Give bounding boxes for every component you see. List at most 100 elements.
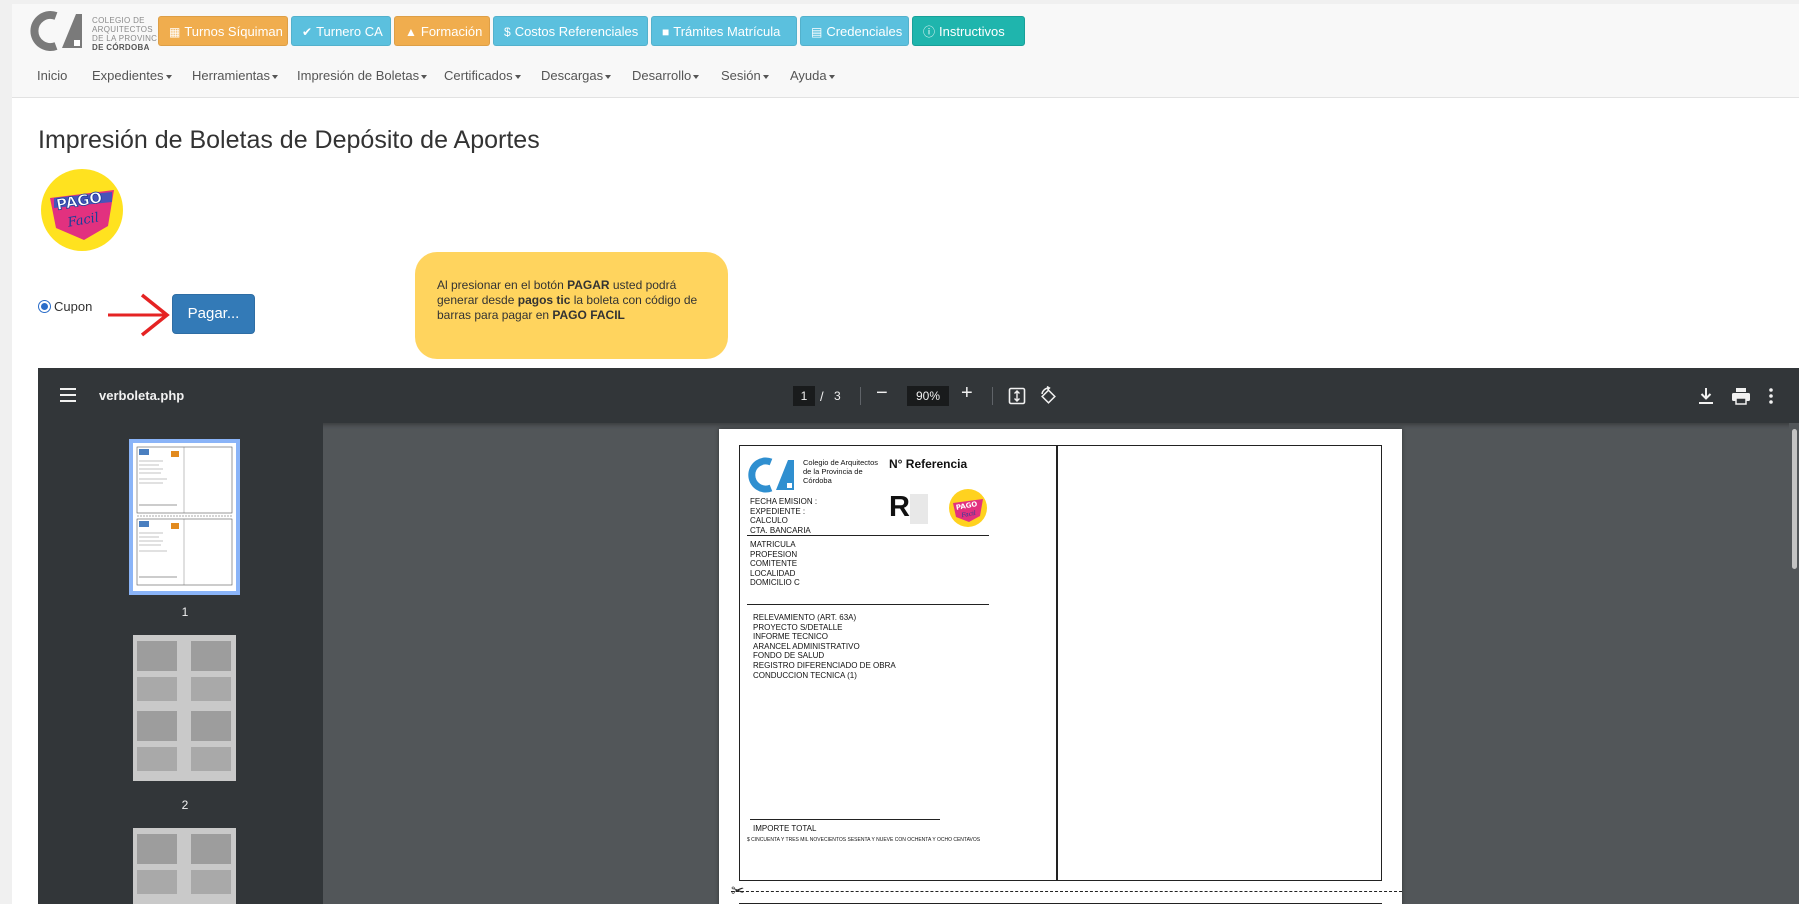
red-arrow-icon — [108, 293, 170, 337]
logo-line-2: ARQUITECTOS — [92, 25, 153, 34]
thumbnail-preview — [137, 641, 231, 771]
nav-expedientes[interactable]: Expedientes — [92, 68, 172, 83]
tramites-matricula-button[interactable]: ■ Trámites Matrícula — [651, 16, 797, 46]
nav-label: Descargas — [541, 68, 604, 83]
section-rule — [747, 535, 989, 536]
toolbar-divider — [992, 387, 993, 405]
toolbar-divider — [860, 387, 861, 405]
costos-referenciales-button[interactable]: $ Costos Referenciales — [493, 16, 648, 46]
graduation-cap-icon: ▲ — [405, 25, 417, 39]
ca-logo-mark — [748, 457, 794, 493]
instructivos-button[interactable]: ⓘ Instructivos — [912, 16, 1025, 46]
zoom-input[interactable]: 90% — [907, 386, 949, 406]
org-name-line: Colegio de Arquitectos — [803, 458, 879, 467]
download-icon[interactable] — [1698, 387, 1714, 405]
viewer-scrollbar[interactable] — [1789, 423, 1799, 904]
dollar-icon: $ — [504, 25, 511, 39]
scrollbar-thumb[interactable] — [1792, 429, 1797, 569]
logo-text: COLEGIO DE ARQUITECTOS DE LA PROVINCIA D… — [92, 16, 165, 52]
nav-label: Ayuda — [790, 68, 827, 83]
nav-descargas[interactable]: Descargas — [541, 68, 612, 83]
rotate-icon[interactable] — [1038, 386, 1058, 406]
credenciales-label: Credenciales — [826, 24, 903, 39]
nav-desarrollo[interactable]: Desarrollo — [632, 68, 700, 83]
nav-certificados[interactable]: Certificados — [444, 68, 521, 83]
credenciales-button[interactable]: ▤ Credenciales — [800, 16, 909, 46]
item-line: FONDO DE SALUD — [753, 651, 825, 661]
caret-down-icon — [693, 74, 700, 79]
caret-down-icon — [514, 74, 521, 79]
field-label: EXPEDIENTE : — [750, 506, 806, 516]
menu-icon[interactable] — [60, 388, 76, 402]
ref-title: N° Referencia — [889, 457, 968, 471]
page-title: Impresión de Boletas de Depósito de Apor… — [38, 126, 540, 154]
total-rule — [750, 819, 940, 820]
note-bold-2: pagos tic — [517, 293, 571, 307]
print-icon[interactable] — [1731, 387, 1751, 405]
formacion-button[interactable]: ▲ Formación — [394, 16, 490, 46]
pagar-info-note: Al presionar en el botón PAGAR usted pod… — [415, 252, 728, 359]
pdf-viewer: verboleta.php 1 / 3 − 90% + 1 2 Colegio … — [38, 368, 1799, 904]
thumbnail-sidebar: 1 2 — [38, 423, 323, 904]
user-icon: ■ — [662, 25, 670, 39]
section-rule — [747, 604, 989, 605]
nav-label: Inicio — [37, 68, 68, 83]
top-button-bar: COLEGIO DE ARQUITECTOS DE LA PROVINCIA D… — [12, 4, 1799, 54]
zoom-in-icon[interactable]: + — [961, 382, 973, 405]
cupon-label: Cupon — [54, 299, 93, 314]
turnero-ca-button[interactable]: ✔ Turnero CA — [291, 16, 391, 46]
pdf-toolbar: verboleta.php 1 / 3 − 90% + — [38, 368, 1799, 423]
nav-ayuda[interactable]: Ayuda — [790, 68, 835, 83]
nav-sesion[interactable]: Sesión — [721, 68, 769, 83]
pagar-button[interactable]: Pagar... — [172, 294, 255, 334]
items-list: RELEVAMIENTO (ART. 63A) PROYECTO S/DETAL… — [753, 613, 896, 680]
item-line: REGISTRO DIFERENCIADO DE OBRA — [753, 660, 896, 670]
nav-herramientas[interactable]: Herramientas — [192, 68, 279, 83]
ref-letter: R — [889, 491, 910, 523]
more-options-icon[interactable] — [1768, 387, 1774, 405]
page-thumbnail-2[interactable] — [133, 635, 236, 781]
caret-down-icon — [605, 74, 612, 79]
item-line: ARANCEL ADMINISTRATIVO — [753, 641, 860, 651]
nav-impresion-boletas[interactable]: Impresión de Boletas — [297, 68, 428, 83]
tramites-matricula-label: Trámites Matrícula — [673, 24, 781, 39]
page-thumbnail-1[interactable] — [129, 439, 240, 595]
total-amount-words: $ CINCUENTA Y TRES MIL NOVECIENTOS SESEN… — [747, 837, 981, 843]
nav-label: Expedientes — [92, 68, 164, 83]
caret-down-icon — [828, 74, 835, 79]
colegio-logo[interactable]: COLEGIO DE ARQUITECTOS DE LA PROVINCIA D… — [26, 10, 168, 52]
pago-facil-logo: PAGO Facil — [41, 169, 123, 251]
person-fields: MATRICULA PROFESION COMITENTE LOCALIDAD … — [750, 540, 800, 588]
fit-page-icon[interactable] — [1008, 387, 1026, 405]
item-line: RELEVAMIENTO (ART. 63A) — [753, 613, 857, 622]
cut-line — [731, 891, 1402, 892]
zoom-out-icon[interactable]: − — [876, 382, 888, 405]
org-name-line: de la Provincia de — [803, 467, 863, 476]
org-name-line: Córdoba — [803, 476, 832, 485]
logo-line-4: DE CÓRDOBA — [92, 43, 150, 52]
logo-line-1: COLEGIO DE — [92, 16, 145, 25]
caret-down-icon — [165, 74, 172, 79]
field-label: LOCALIDAD — [750, 568, 796, 578]
turnos-siquiman-button[interactable]: ▦ Turnos Síquiman — [158, 16, 288, 46]
pdf-filename: verboleta.php — [99, 388, 185, 403]
item-line: PROYECTO S/DETALLE — [753, 622, 843, 632]
ca-logo-mark — [30, 11, 82, 51]
thumbnail-preview — [137, 834, 231, 894]
cupon-radio[interactable] — [38, 300, 51, 313]
barcode-placeholder — [910, 494, 928, 524]
note-text-1: Al presionar en el botón — [437, 278, 568, 292]
page-total: 3 — [834, 389, 841, 403]
caret-down-icon — [272, 74, 279, 79]
page-number-input[interactable]: 1 — [793, 386, 815, 406]
field-label: COMITENTE — [750, 559, 798, 569]
costos-referenciales-label: Costos Referenciales — [514, 24, 639, 39]
nav-inicio[interactable]: Inicio — [37, 68, 67, 83]
page: COLEGIO DE ARQUITECTOS DE LA PROVINCIA D… — [12, 4, 1799, 904]
boleta-divider — [1056, 445, 1058, 881]
turnos-siquiman-label: Turnos Síquiman — [184, 24, 283, 39]
grid-icon: ▦ — [169, 25, 181, 39]
formacion-label: Formación — [420, 24, 483, 39]
card-icon: ▤ — [811, 25, 823, 39]
page-thumbnail-3[interactable] — [133, 828, 236, 904]
